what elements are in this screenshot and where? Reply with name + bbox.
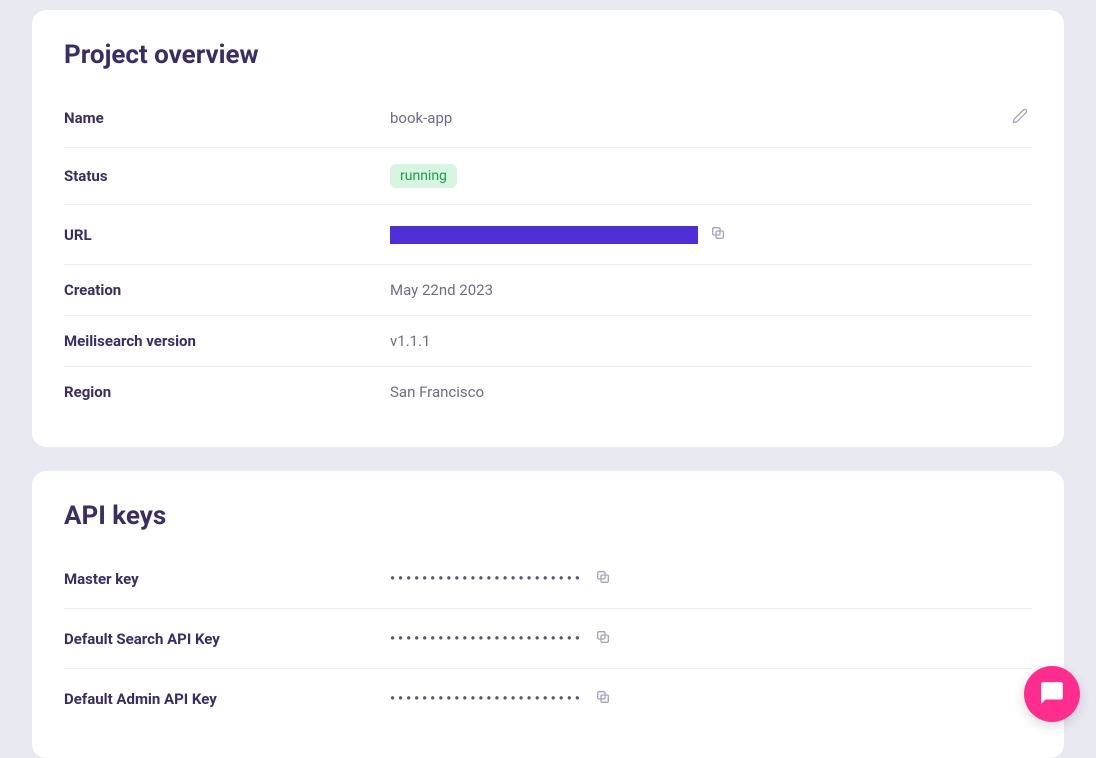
value-name: book-app (390, 109, 1008, 127)
row-status: Status running (64, 148, 1032, 205)
copy-url-button[interactable] (706, 221, 730, 248)
label-name: Name (64, 109, 390, 127)
row-url: URL (64, 205, 1032, 265)
url-redacted (390, 226, 698, 244)
label-creation: Creation (64, 281, 390, 299)
row-search-key: Default Search API Key •••••••••••••••••… (64, 609, 1032, 669)
copy-icon (595, 629, 611, 648)
copy-master-key-button[interactable] (591, 565, 615, 592)
value-admin-key: •••••••••••••••••••••••• (390, 685, 1032, 712)
project-overview-card: Project overview Name book-app Status ru… (32, 10, 1064, 447)
value-status: running (390, 164, 1032, 188)
row-meilisearch-version: Meilisearch version v1.1.1 (64, 316, 1032, 367)
label-region: Region (64, 383, 390, 401)
value-master-key: •••••••••••••••••••••••• (390, 565, 1032, 592)
api-keys-title: API keys (64, 501, 1032, 531)
value-region: San Francisco (390, 383, 1032, 401)
row-name: Name book-app (64, 88, 1032, 148)
row-master-key: Master key •••••••••••••••••••••••• (64, 549, 1032, 609)
copy-admin-key-button[interactable] (591, 685, 615, 712)
value-meilisearch-version: v1.1.1 (390, 332, 1032, 350)
label-status: Status (64, 167, 390, 185)
status-badge: running (390, 164, 457, 188)
label-url: URL (64, 226, 390, 244)
label-admin-key: Default Admin API Key (64, 690, 390, 708)
edit-name-button[interactable] (1008, 104, 1032, 131)
label-master-key: Master key (64, 570, 390, 588)
label-meilisearch-version: Meilisearch version (64, 332, 390, 350)
value-url (390, 221, 1032, 248)
search-key-masked: •••••••••••••••••••••••• (390, 631, 583, 647)
chat-fab-button[interactable] (1024, 666, 1080, 722)
row-region: Region San Francisco (64, 367, 1032, 417)
copy-icon (595, 569, 611, 588)
admin-key-masked: •••••••••••••••••••••••• (390, 691, 583, 707)
value-search-key: •••••••••••••••••••••••• (390, 625, 1032, 652)
pencil-icon (1012, 108, 1028, 127)
chat-icon (1039, 680, 1065, 709)
row-creation: Creation May 22nd 2023 (64, 265, 1032, 316)
master-key-masked: •••••••••••••••••••••••• (390, 571, 583, 587)
value-creation: May 22nd 2023 (390, 281, 1032, 299)
copy-search-key-button[interactable] (591, 625, 615, 652)
api-keys-card: API keys Master key ••••••••••••••••••••… (32, 471, 1064, 758)
copy-icon (595, 689, 611, 708)
row-admin-key: Default Admin API Key ••••••••••••••••••… (64, 669, 1032, 728)
copy-icon (710, 225, 726, 244)
project-overview-title: Project overview (64, 40, 1032, 70)
label-search-key: Default Search API Key (64, 630, 390, 648)
